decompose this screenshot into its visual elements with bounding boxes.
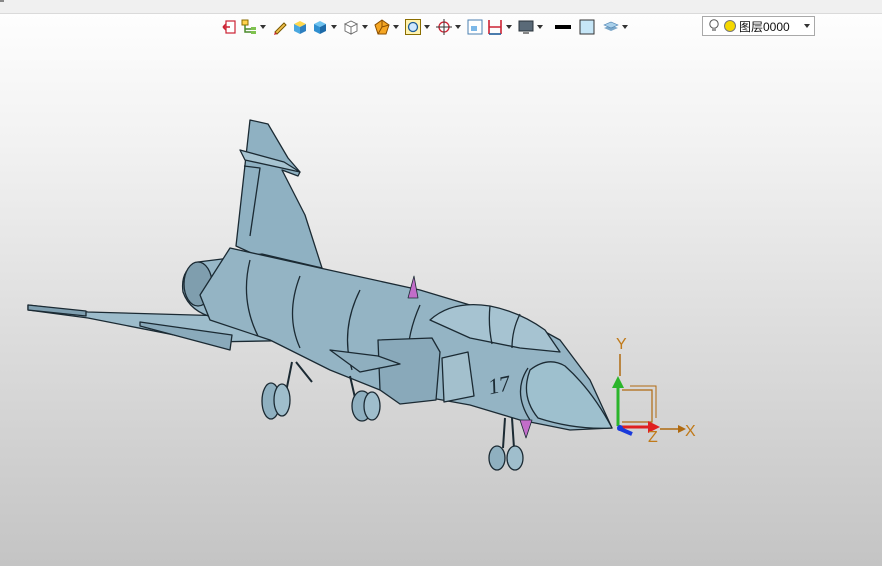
layer-select-caret[interactable] — [804, 24, 810, 28]
main-gear-left-wheel-2 — [273, 383, 291, 417]
triad-origin — [617, 425, 623, 431]
zoom-fit-icon — [405, 19, 421, 35]
fill-color-button[interactable] — [578, 16, 596, 38]
main-gear-right-wheel-2 — [363, 391, 381, 421]
layer-tree-button[interactable] — [240, 16, 269, 38]
sketch-pencil-button[interactable] — [271, 16, 289, 38]
display-mode-button[interactable] — [517, 16, 546, 38]
dimension-button[interactable] — [486, 16, 515, 38]
layer-select-value: 图层0000 — [739, 19, 790, 34]
nose-gear-wheel-left — [488, 445, 506, 471]
monitor-icon — [518, 20, 534, 34]
model-viewport[interactable]: 17 Y X Z — [0, 40, 882, 566]
render-style-caret[interactable] — [393, 25, 399, 29]
exit-sketch-icon — [222, 20, 236, 34]
triad-box — [622, 389, 653, 423]
zoom-fit-button[interactable] — [404, 16, 433, 38]
solid-box-button[interactable] — [291, 16, 309, 38]
render-style-button[interactable] — [373, 16, 402, 38]
x-axis-label: X — [685, 423, 696, 440]
layer-color-dot-icon — [724, 20, 736, 32]
main-gear-left-strut — [285, 361, 313, 393]
layer-tree-icon — [241, 19, 256, 34]
pencil-icon — [274, 22, 287, 35]
layer-stack-icon — [603, 21, 619, 31]
z-axis-label: Z — [648, 429, 658, 446]
nose-gear-wheel-right — [506, 445, 524, 471]
axis-triad[interactable]: Y X Z — [612, 336, 696, 446]
snap-point-caret[interactable] — [455, 25, 461, 29]
snap-point-icon — [436, 19, 452, 35]
snap-point-button[interactable] — [435, 16, 464, 38]
dorsal-antenna — [407, 275, 419, 299]
view-frame-icon — [467, 19, 483, 35]
box-solid-icon — [294, 21, 306, 34]
line-color-icon — [555, 25, 571, 29]
dimension-caret[interactable] — [506, 25, 512, 29]
exit-sketch-button[interactable] — [220, 16, 238, 38]
render-style-icon — [374, 19, 390, 35]
title-strip — [0, 0, 882, 14]
nose-cone — [525, 361, 613, 429]
fill-color-icon — [579, 19, 595, 35]
nose-gear-strut — [502, 417, 515, 449]
layer-tree-caret[interactable] — [260, 25, 266, 29]
wireframe-cube-icon — [343, 20, 359, 35]
layer-manager-caret[interactable] — [622, 25, 628, 29]
shaded-view-button[interactable] — [311, 16, 340, 38]
window-corner-mark — [0, 0, 4, 2]
layer-manager-button[interactable] — [602, 16, 631, 38]
layer-select[interactable]: 图层0000 — [702, 16, 815, 36]
view-frame-button[interactable] — [466, 16, 484, 38]
vertical-tail — [235, 119, 323, 269]
air-intake — [377, 337, 441, 405]
y-axis-head — [612, 376, 624, 388]
dimension-icon — [488, 20, 502, 35]
shaded-view-caret[interactable] — [331, 25, 337, 29]
wireframe-view-button[interactable] — [342, 16, 371, 38]
display-mode-caret[interactable] — [537, 25, 543, 29]
ventral-antenna — [519, 419, 533, 439]
wireframe-view-caret[interactable] — [362, 25, 368, 29]
intake-opening — [441, 351, 475, 403]
jet-model[interactable]: 17 — [27, 119, 613, 471]
shaded-cube-icon — [314, 21, 326, 34]
view-toolbar — [220, 15, 633, 39]
lightbulb-icon — [709, 19, 719, 31]
y-axis-label: Y — [616, 336, 627, 353]
line-color-button[interactable] — [554, 16, 572, 38]
zoom-fit-caret[interactable] — [424, 25, 430, 29]
